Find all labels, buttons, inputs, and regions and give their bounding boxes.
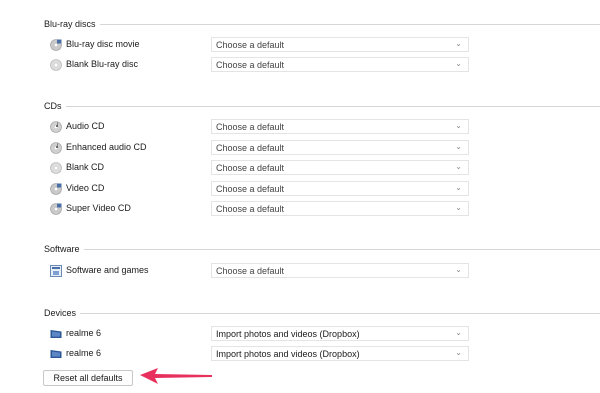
default-action-select[interactable]: Choose a default ⌄	[211, 37, 469, 52]
default-action-select[interactable]: Choose a default ⌄	[211, 57, 469, 72]
group-header-software: Software	[44, 243, 600, 255]
item-label: Blank CD	[66, 162, 105, 172]
default-action-select[interactable]: Choose a default ⌄	[211, 160, 469, 175]
group-header-bluray: Blu-ray discs	[44, 18, 600, 30]
select-value: Choose a default	[216, 163, 285, 173]
select-value: Choose a default	[216, 266, 285, 276]
group-title: CDs	[44, 101, 62, 111]
item-label: Video CD	[66, 183, 105, 193]
chevron-down-icon: ⌄	[455, 348, 462, 357]
default-action-select[interactable]: Choose a default ⌄	[211, 263, 469, 278]
default-action-select[interactable]: Choose a default ⌄	[211, 201, 469, 216]
reset-all-defaults-button[interactable]: Reset all defaults	[43, 370, 133, 386]
chevron-down-icon: ⌄	[455, 121, 462, 130]
group-header-devices: Devices	[44, 307, 600, 319]
select-value: Choose a default	[216, 122, 285, 132]
pointer-arrow-icon	[140, 368, 212, 384]
group-title: Devices	[44, 308, 77, 318]
blank-disc-icon	[50, 59, 62, 71]
video-cd-icon	[50, 183, 62, 195]
chevron-down-icon: ⌄	[455, 142, 462, 151]
divider	[83, 248, 600, 250]
chevron-down-icon: ⌄	[455, 39, 462, 48]
divider	[80, 312, 600, 314]
chevron-down-icon: ⌄	[455, 328, 462, 337]
enhanced-audio-cd-icon	[50, 142, 62, 154]
select-value: Choose a default	[216, 204, 285, 214]
super-video-cd-icon	[50, 203, 62, 215]
select-value: Choose a default	[216, 60, 285, 70]
select-value: Import photos and videos (Dropbox)	[216, 329, 360, 339]
item-label: realme 6	[66, 328, 102, 338]
item-label: Software and games	[66, 265, 149, 275]
phone-device-icon	[50, 330, 62, 338]
group-title: Blu-ray discs	[44, 19, 96, 29]
default-action-select[interactable]: Import photos and videos (Dropbox) ⌄	[211, 346, 469, 361]
select-value: Choose a default	[216, 40, 285, 50]
divider	[65, 105, 600, 107]
software-icon	[50, 265, 62, 277]
item-label: Audio CD	[66, 121, 105, 131]
select-value: Choose a default	[216, 143, 285, 153]
phone-device-icon	[50, 350, 62, 358]
chevron-down-icon: ⌄	[455, 162, 462, 171]
group-title: Software	[44, 244, 80, 254]
divider	[99, 23, 600, 25]
blank-cd-icon	[50, 162, 62, 174]
bluray-disc-icon	[50, 39, 62, 51]
default-action-select[interactable]: Import photos and videos (Dropbox) ⌄	[211, 326, 469, 341]
group-header-cds: CDs	[44, 100, 600, 112]
audio-cd-icon	[50, 121, 62, 133]
chevron-down-icon: ⌄	[455, 183, 462, 192]
item-label: Blank Blu-ray disc	[66, 59, 139, 69]
chevron-down-icon: ⌄	[455, 203, 462, 212]
default-action-select[interactable]: Choose a default ⌄	[211, 140, 469, 155]
item-label: Super Video CD	[66, 203, 131, 213]
chevron-down-icon: ⌄	[455, 265, 462, 274]
item-label: realme 6	[66, 348, 102, 358]
default-action-select[interactable]: Choose a default ⌄	[211, 181, 469, 196]
item-label: Enhanced audio CD	[66, 142, 147, 152]
select-value: Choose a default	[216, 184, 285, 194]
select-value: Import photos and videos (Dropbox)	[216, 349, 360, 359]
chevron-down-icon: ⌄	[455, 59, 462, 68]
default-action-select[interactable]: Choose a default ⌄	[211, 119, 469, 134]
item-label: Blu-ray disc movie	[66, 39, 140, 49]
